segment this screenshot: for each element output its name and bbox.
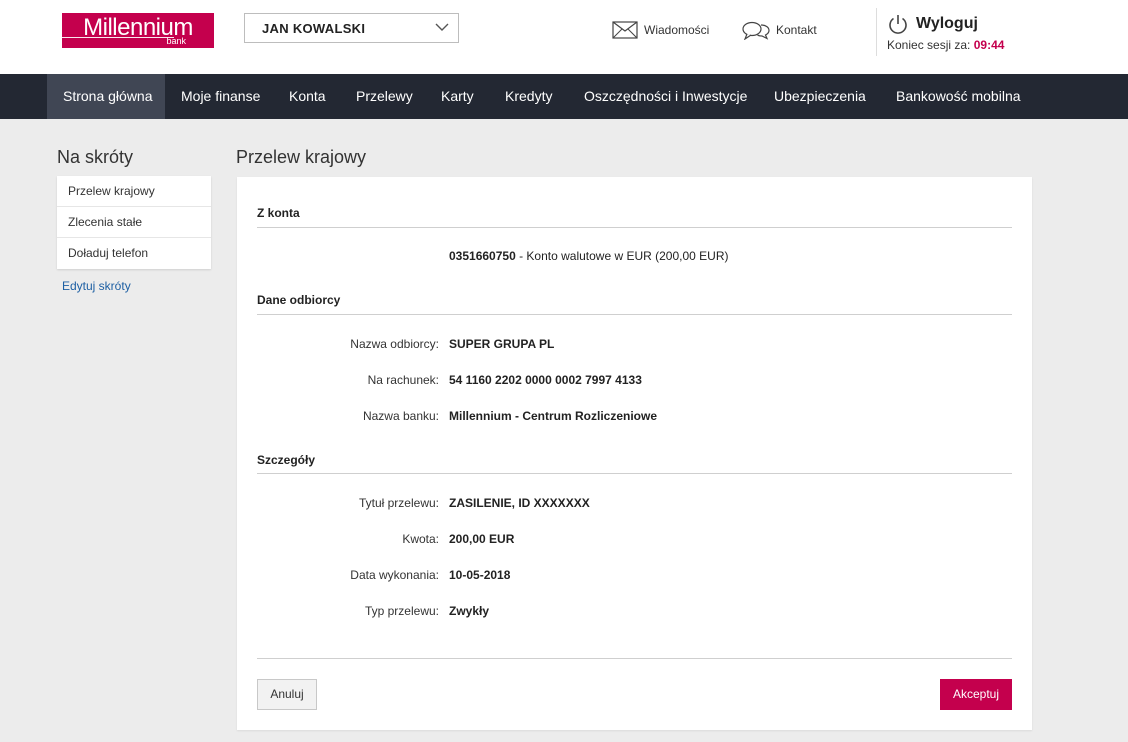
nav-item-cards[interactable]: Karty bbox=[441, 74, 474, 119]
shortcut-phone-topup[interactable]: Doładuj telefon bbox=[57, 238, 211, 269]
amount-label: Kwota: bbox=[402, 532, 439, 546]
from-account-heading: Z konta bbox=[257, 206, 300, 220]
from-account-desc: - Konto walutowe w EUR (200,00 EUR) bbox=[515, 249, 729, 263]
nav-item-my-finances[interactable]: Moje finanse bbox=[181, 74, 260, 119]
divider bbox=[257, 658, 1012, 659]
accept-button[interactable]: Akceptuj bbox=[940, 679, 1012, 710]
session-timer: Koniec sesji za: 09:44 bbox=[887, 38, 1006, 52]
execution-date-value: 10-05-2018 bbox=[449, 568, 511, 582]
nav-item-home[interactable]: Strona główna bbox=[47, 74, 165, 119]
bank-name-value: Millennium - Centrum Rozliczeniowe bbox=[449, 409, 658, 423]
transfer-title-value: ZASILENIE, ID XXXXXXX bbox=[449, 496, 590, 510]
nav-item-savings[interactable]: Oszczędności i Inwestycje bbox=[584, 74, 747, 119]
recipient-account-label: Na rachunek: bbox=[367, 373, 439, 387]
recipient-account-value: 54 1160 2202 0000 0002 7997 4133 bbox=[449, 373, 642, 387]
top-header: Millennium bank JAN KOWALSKI Wiadomości … bbox=[0, 0, 1128, 74]
messages-label: Wiadomości bbox=[644, 23, 710, 37]
chat-bubbles-icon bbox=[742, 21, 770, 40]
recipient-heading: Dane odbiorcy bbox=[257, 293, 341, 307]
shortcut-domestic-transfer[interactable]: Przelew krajowy bbox=[57, 176, 211, 207]
contact-link[interactable]: Kontakt bbox=[742, 18, 817, 42]
amount-value: 200,00 EUR bbox=[449, 532, 515, 546]
main-nav: Strona główna Moje finanse Konta Przelew… bbox=[0, 74, 1128, 119]
envelope-icon bbox=[612, 21, 638, 39]
transfer-title-label: Tytuł przelewu: bbox=[358, 496, 439, 510]
page-title: Przelew krajowy bbox=[236, 147, 367, 167]
logo-divider bbox=[62, 37, 174, 38]
divider bbox=[257, 473, 1012, 474]
contact-label: Kontakt bbox=[776, 23, 817, 37]
power-icon bbox=[889, 15, 907, 34]
nav-item-transfers[interactable]: Przelewy bbox=[356, 74, 413, 119]
edit-shortcuts-link[interactable]: Edytuj skróty bbox=[62, 279, 131, 293]
chevron-down-icon bbox=[435, 23, 449, 31]
transfer-type-value: Zwykły bbox=[449, 604, 490, 618]
from-account-number: 0351660750 bbox=[449, 249, 516, 263]
from-account: 0351660750 - Konto walutowe w EUR (200,0… bbox=[449, 249, 729, 263]
details-heading: Szczegóły bbox=[257, 453, 316, 467]
nav-item-mobile-banking[interactable]: Bankowość mobilna bbox=[896, 74, 1021, 119]
logout-button[interactable]: Wyloguj bbox=[887, 13, 1006, 35]
messages-link[interactable]: Wiadomości bbox=[612, 18, 709, 42]
user-select-value: JAN KOWALSKI bbox=[262, 21, 366, 36]
session-label: Koniec sesji za: bbox=[887, 38, 971, 52]
transfer-confirmation-card: Z konta 0351660750 - Konto walutowe w EU… bbox=[237, 177, 1032, 730]
nav-item-loans[interactable]: Kredyty bbox=[505, 74, 552, 119]
logout-label: Wyloguj bbox=[916, 15, 978, 32]
sidebar-title: Na skróty bbox=[57, 147, 134, 167]
millennium-logo[interactable]: Millennium bank bbox=[62, 13, 214, 48]
shortcuts-list: Przelew krajowy Zlecenia stałe Doładuj t… bbox=[57, 176, 211, 269]
session-time: 09:44 bbox=[973, 38, 1005, 52]
shortcut-standing-orders[interactable]: Zlecenia stałe bbox=[57, 207, 211, 238]
user-select[interactable]: JAN KOWALSKI bbox=[244, 13, 459, 43]
logout-box: Wyloguj Koniec sesji za: 09:44 bbox=[876, 8, 1006, 56]
nav-item-accounts[interactable]: Konta bbox=[289, 74, 326, 119]
divider bbox=[257, 227, 1012, 228]
divider bbox=[257, 314, 1012, 315]
bank-name-label: Nazwa banku: bbox=[362, 409, 439, 423]
execution-date-label: Data wykonania: bbox=[350, 568, 439, 582]
recipient-name-label: Nazwa odbiorcy: bbox=[350, 337, 439, 351]
transfer-type-label: Typ przelewu: bbox=[364, 604, 439, 618]
logo-sub: bank bbox=[166, 36, 186, 46]
nav-item-insurance[interactable]: Ubezpieczenia bbox=[774, 74, 866, 119]
recipient-name-value: SUPER GRUPA PL bbox=[449, 337, 555, 351]
cancel-button[interactable]: Anuluj bbox=[257, 679, 317, 710]
